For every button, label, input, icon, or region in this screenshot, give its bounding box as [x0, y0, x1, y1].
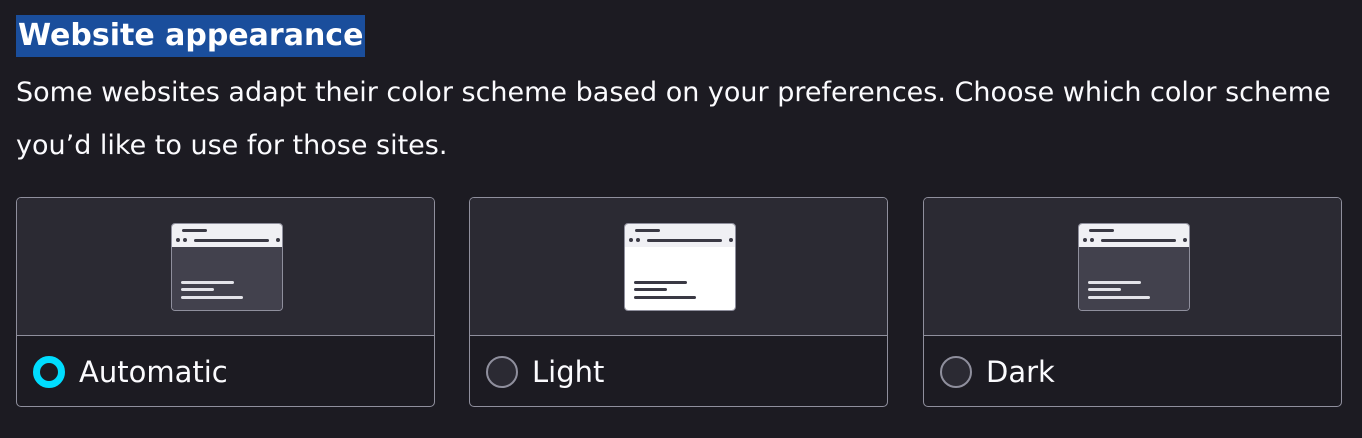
preview-area	[470, 198, 887, 336]
preview-dot	[1183, 238, 1187, 242]
option-label-area[interactable]: Dark	[924, 336, 1341, 406]
preview-dot	[1083, 238, 1087, 242]
preview-dot	[629, 238, 633, 242]
light-preview-illustration	[624, 223, 736, 311]
preview-urlbar	[1101, 239, 1176, 242]
preview-text-line	[634, 296, 696, 299]
preview-dot	[636, 238, 640, 242]
option-label-area[interactable]: Light	[470, 336, 887, 406]
preview-text-line	[634, 288, 667, 291]
preview-text-line	[181, 288, 214, 291]
option-label-light[interactable]: Light	[532, 352, 604, 392]
preview-toolbar	[625, 224, 735, 247]
radio-automatic[interactable]	[33, 356, 65, 388]
preview-tab	[635, 229, 660, 232]
option-label-area[interactable]: Automatic	[17, 336, 434, 406]
preview-dot	[729, 238, 733, 242]
preview-page	[1079, 247, 1189, 310]
option-label-automatic[interactable]: Automatic	[79, 352, 228, 392]
preview-text-line	[181, 296, 243, 299]
preview-dot	[1090, 238, 1094, 242]
preview-text-line	[1088, 288, 1121, 291]
preview-tab	[182, 229, 207, 232]
preview-text-line	[1088, 281, 1141, 284]
preview-toolbar	[1079, 224, 1189, 247]
preview-toolbar	[172, 224, 282, 247]
option-label-dark[interactable]: Dark	[986, 352, 1055, 392]
automatic-preview-illustration	[171, 223, 283, 311]
preview-area	[924, 198, 1341, 336]
preview-page	[172, 247, 282, 310]
preview-dot	[183, 238, 187, 242]
radio-light[interactable]	[486, 356, 518, 388]
preview-page	[625, 247, 735, 310]
option-card-automatic[interactable]: Automatic	[16, 197, 435, 407]
preview-urlbar	[647, 239, 722, 242]
dark-preview-illustration	[1078, 223, 1190, 311]
section-heading: Website appearance	[16, 15, 366, 57]
preview-dot	[276, 238, 280, 242]
website-appearance-section: Website appearance Some websites adapt t…	[0, 0, 1362, 438]
preview-text-line	[634, 281, 687, 284]
preview-text-line	[181, 281, 234, 284]
preview-text-line	[1088, 296, 1150, 299]
radio-dark[interactable]	[940, 356, 972, 388]
option-card-light[interactable]: Light	[469, 197, 888, 407]
preview-urlbar	[194, 239, 269, 242]
section-description: Some websites adapt their color scheme b…	[16, 77, 1331, 161]
preview-area	[17, 198, 434, 336]
preview-dot	[176, 238, 180, 242]
preview-tab	[1089, 229, 1114, 232]
option-card-dark[interactable]: Dark	[923, 197, 1342, 407]
